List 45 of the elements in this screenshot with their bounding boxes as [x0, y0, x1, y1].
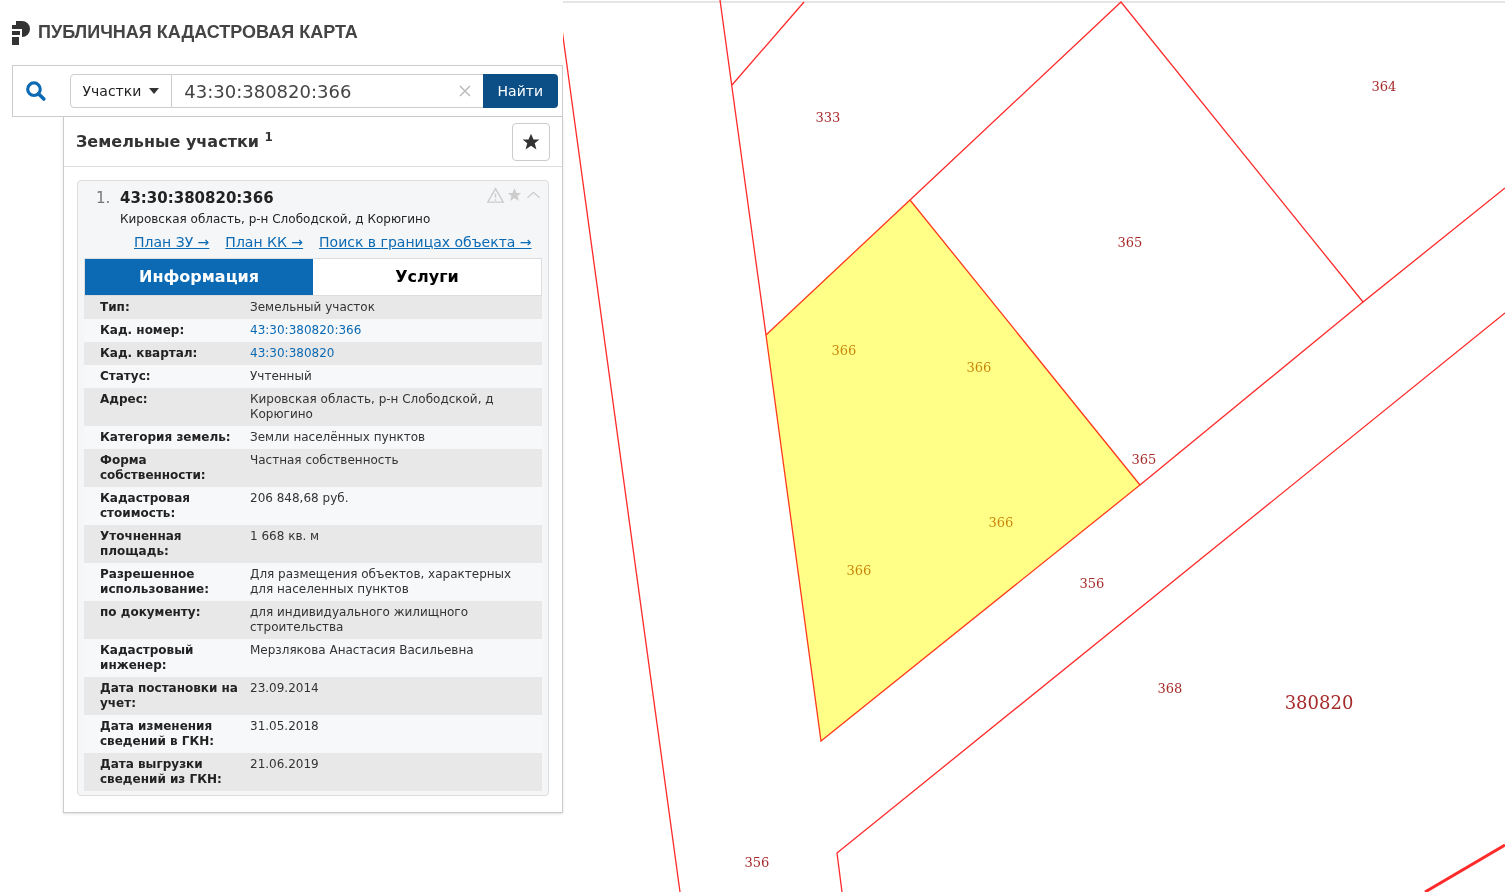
field-value: Для размещения объектов, характерных для населенных пунктов [250, 566, 513, 597]
field-label: Кадастровый инженер: [100, 642, 195, 673]
result-address: Кировская область, р-н Слободской, д Корюгино [120, 210, 432, 228]
parcel-number: 366 [966, 359, 992, 375]
result-number: 1. [95, 188, 112, 209]
field-label: Дата постановки на учет: [100, 680, 239, 711]
parcel-number: 380820 [1284, 692, 1354, 713]
field-value: для индивидуального жилищного строительства [250, 604, 469, 635]
field-label: Кадастровая стоимость: [100, 490, 191, 521]
parcel-number: 364 [1371, 78, 1397, 94]
field-value: Земельный участок [250, 299, 375, 315]
field-label: Категория земель: [100, 429, 232, 445]
field-label: Уточненная площадь: [100, 528, 183, 559]
parcel-number: 366 [988, 514, 1014, 530]
cadastral-number: 43:30:380820:366 [120, 188, 274, 209]
field-label: Тип: [100, 299, 131, 315]
app-title: ПУБЛИЧНАЯ КАДАСТРОВАЯ КАРТА [38, 21, 358, 44]
parcel-number: 356 [744, 854, 770, 870]
field-value: 31.05.2018 [250, 718, 319, 735]
field-value: 1 668 кв. м [250, 528, 320, 545]
field-value: 21.06.2019 [250, 756, 319, 773]
field-label: по документу: [100, 604, 202, 621]
parcel-number: 368 [1157, 680, 1183, 696]
field-value: Частная собственность [250, 452, 399, 469]
field-value: 206 848,68 руб. [250, 490, 349, 507]
field-value: Кировская область, р-н Слободской, д Корюгино [250, 391, 495, 422]
parcel-number: 365 [1131, 451, 1157, 467]
field-label: Разрешенное использование: [100, 566, 210, 597]
field-value: Земли населённых пунктов [250, 429, 426, 445]
field-value: 23.09.2014 [250, 680, 319, 697]
field-label: Кад. квартал: [100, 345, 199, 361]
parcel-number: 366 [831, 342, 857, 358]
parcel-number: 333 [815, 109, 841, 125]
results-title: Земельные участки $^{1}$ [76, 129, 273, 153]
field-label: Форма собственности: [100, 452, 207, 483]
parcel-number: 365 [1117, 234, 1143, 250]
field-label: Статус: [100, 368, 152, 384]
field-label: Адрес: [100, 391, 149, 408]
parcel-number: 356 [1079, 575, 1105, 591]
field-label: Дата изменения сведений в ГКН: [100, 718, 216, 749]
parcel-number: 366 [846, 562, 872, 578]
field-value: Мерзлякова Анастасия Васильевна [250, 642, 474, 659]
field-value: Учтенный [250, 368, 312, 384]
field-label: Дата выгрузки сведений из ГКН: [100, 756, 223, 787]
field-label: Кад. номер: [100, 322, 186, 338]
